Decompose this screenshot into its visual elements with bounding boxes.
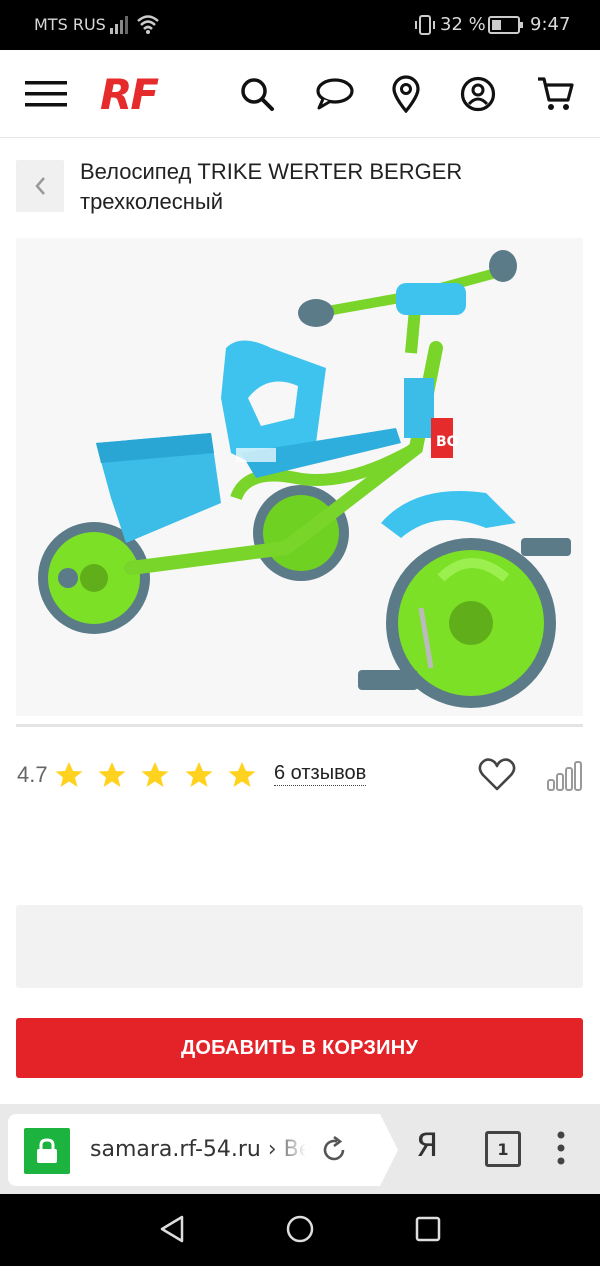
lock-icon [24,1128,70,1174]
battery-icon [488,16,523,34]
reviews-link[interactable]: 6 отзывов [274,761,367,786]
rating-value: 4.7 [17,762,48,787]
search-icon [241,78,274,111]
reload-icon[interactable] [320,1136,348,1164]
clock: 9:47 [530,14,571,35]
product-title: Велосипед TRIKE WERTER BERGER трехколесн… [80,159,463,214]
product-title-row: Велосипед TRIKE WERTER BERGER трехколесн… [0,150,600,230]
cart-icon [538,77,574,110]
add-to-cart-button[interactable]: ДОБАВИТЬ В КОРЗИНУ [16,1018,583,1078]
tabs-button[interactable]: 1 [485,1131,521,1167]
site-logo[interactable]: RF [100,70,159,120]
signal-icon [110,16,128,34]
heart-icon[interactable] [478,757,516,793]
battery-percent: 32 % [440,14,486,35]
yandex-button[interactable]: Я [416,1126,438,1164]
status-bar: MTS RUS 32 % 9:47 [0,0,600,50]
tricycle-image: BO [38,250,571,708]
star-icon [55,762,83,787]
star-icon [228,762,256,787]
home-circle-icon[interactable] [285,1214,315,1244]
browser-toolbar: samara.rf-54.ru › Ве Я 1 [0,1104,600,1194]
chat-icon [316,78,354,110]
site-header: RF [0,50,600,138]
menu-icon [25,81,67,107]
search-button[interactable] [235,72,279,116]
star-icon [141,762,169,787]
account-icon [460,76,496,112]
carrier-name: MTS RUS [34,15,106,34]
more-menu-icon[interactable] [556,1130,566,1166]
star-icon [185,762,213,787]
product-image[interactable]: BO [16,238,583,716]
vibrate-icon [415,15,435,35]
rating-row: 4.7 6 отзывов [0,752,600,798]
system-nav-bar [0,1194,600,1266]
image-divider [16,724,583,727]
wifi-icon [137,15,159,34]
recents-square-icon[interactable] [414,1214,442,1244]
location-button[interactable] [384,72,428,116]
chevron-left-icon [35,177,45,195]
back-triangle-icon[interactable] [158,1214,186,1244]
account-button[interactable] [456,72,500,116]
price-placeholder [16,905,583,988]
chat-button[interactable] [312,72,356,116]
cart-button[interactable] [534,72,578,116]
url-text[interactable]: samara.rf-54.ru › Ве [90,1137,306,1162]
back-button[interactable] [16,160,64,212]
compare-icon[interactable] [546,760,582,792]
address-bar[interactable]: samara.rf-54.ru › Ве [8,1114,398,1186]
star-icon [98,762,126,787]
svg-text:BO: BO [436,434,459,450]
menu-button[interactable] [24,72,68,116]
location-icon [392,75,420,113]
